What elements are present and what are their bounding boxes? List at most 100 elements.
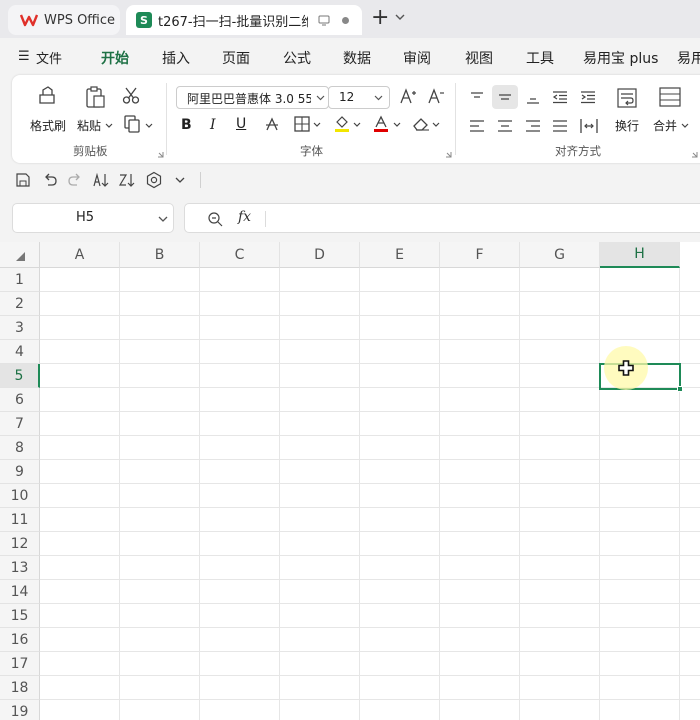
copy-icon[interactable] (123, 115, 143, 133)
name-box-chevron-icon[interactable] (158, 216, 168, 223)
row-header-6[interactable]: 6 (0, 388, 40, 412)
row-header-5[interactable]: 5 (0, 364, 40, 388)
font-color-icon[interactable] (373, 115, 389, 133)
font-name-select[interactable]: 阿里巴巴普惠体 3.0 55 (176, 86, 329, 109)
menu-formula[interactable]: 公式 (283, 48, 311, 68)
strikethrough-icon[interactable] (265, 117, 279, 131)
distributed-align-icon[interactable] (580, 117, 598, 135)
column-header-e[interactable]: E (360, 242, 440, 268)
merge-cells-label[interactable]: 合并 (653, 117, 677, 134)
column-header-a[interactable]: A (40, 242, 120, 268)
align-bottom-icon[interactable] (525, 93, 541, 105)
save-icon[interactable] (16, 173, 30, 187)
italic-icon[interactable]: I (210, 117, 216, 133)
font-color-dropdown-icon[interactable] (393, 122, 401, 128)
clipboard-launcher-icon[interactable] (157, 151, 164, 158)
row-header-10[interactable]: 10 (0, 484, 40, 508)
justify-icon[interactable] (552, 119, 568, 133)
menu-view[interactable]: 视图 (465, 48, 493, 68)
cut-icon[interactable] (122, 87, 140, 105)
menu-easytools[interactable]: 易用 (677, 48, 700, 68)
formula-input[interactable] (275, 210, 695, 228)
row-header-9[interactable]: 9 (0, 460, 40, 484)
tabs-dropdown-button[interactable] (395, 14, 405, 21)
format-painter-icon[interactable] (36, 85, 58, 107)
menu-data[interactable]: 数据 (343, 48, 371, 68)
row-header-16[interactable]: 16 (0, 628, 40, 652)
unsaved-dot-icon[interactable] (342, 16, 349, 24)
menu-page[interactable]: 页面 (222, 48, 250, 68)
undo-icon[interactable] (43, 173, 57, 187)
paste-icon[interactable] (84, 85, 106, 109)
row-header-4[interactable]: 4 (0, 340, 40, 364)
column-header-d[interactable]: D (280, 242, 360, 268)
column-header-c[interactable]: C (200, 242, 280, 268)
menu-home[interactable]: 开始 (101, 48, 129, 68)
row-header-12[interactable]: 12 (0, 532, 40, 556)
align-middle-button[interactable] (492, 85, 518, 109)
clear-format-dropdown-icon[interactable] (432, 122, 440, 128)
row-header-17[interactable]: 17 (0, 652, 40, 676)
column-header-g[interactable]: G (520, 242, 600, 268)
sort-ascending-icon[interactable] (92, 171, 110, 189)
row-header-1[interactable]: 1 (0, 268, 40, 292)
insert-function-icon[interactable]: fx (238, 209, 251, 225)
merge-cells-icon[interactable] (659, 87, 681, 107)
increase-indent-icon[interactable] (580, 90, 596, 104)
menu-file[interactable]: 文件 (36, 48, 62, 67)
format-painter-label[interactable]: 格式刷 (30, 117, 66, 134)
align-center-icon[interactable] (497, 119, 513, 133)
wrap-text-icon[interactable] (616, 87, 638, 109)
bold-icon[interactable]: B (181, 117, 192, 133)
alignment-launcher-icon[interactable] (691, 151, 698, 158)
paste-label[interactable]: 粘贴 (77, 117, 101, 134)
redo-icon[interactable] (68, 173, 82, 187)
align-left-icon[interactable] (469, 119, 485, 133)
paste-dropdown-icon[interactable] (105, 123, 113, 129)
name-box[interactable]: H5 (12, 203, 174, 233)
decrease-font-size-icon[interactable] (427, 87, 445, 105)
settings-hexagon-icon[interactable] (145, 171, 163, 189)
underline-icon[interactable]: U (236, 116, 246, 132)
border-dropdown-icon[interactable] (313, 122, 321, 128)
row-header-14[interactable]: 14 (0, 580, 40, 604)
row-header-8[interactable]: 8 (0, 436, 40, 460)
merge-dropdown-icon[interactable] (681, 123, 689, 129)
font-size-select[interactable]: 12 (328, 86, 390, 109)
clear-format-icon[interactable] (412, 116, 430, 132)
increase-font-size-icon[interactable] (399, 87, 417, 105)
fill-color-dropdown-icon[interactable] (353, 122, 361, 128)
menu-insert[interactable]: 插入 (162, 48, 190, 68)
menu-review[interactable]: 审阅 (403, 48, 431, 68)
row-header-3[interactable]: 3 (0, 316, 40, 340)
select-all-corner[interactable] (0, 242, 40, 268)
monitor-icon[interactable] (318, 15, 330, 26)
menu-easytools-plus[interactable]: 易用宝 plus (583, 48, 658, 68)
sort-descending-icon[interactable] (118, 171, 136, 189)
row-header-19[interactable]: 19 (0, 700, 40, 720)
zoom-formula-icon[interactable] (207, 211, 223, 227)
fill-color-icon[interactable] (334, 115, 350, 133)
font-launcher-icon[interactable] (445, 151, 452, 158)
align-top-icon[interactable] (469, 91, 485, 103)
copy-dropdown-icon[interactable] (145, 123, 153, 129)
row-header-15[interactable]: 15 (0, 604, 40, 628)
customize-toolbar-dropdown-icon[interactable] (175, 177, 185, 184)
row-header-7[interactable]: 7 (0, 412, 40, 436)
row-header-13[interactable]: 13 (0, 556, 40, 580)
tab-document[interactable]: S t267-扫一扫-批量识别二维码 (126, 5, 362, 35)
row-header-18[interactable]: 18 (0, 676, 40, 700)
new-tab-button[interactable]: + (371, 5, 389, 30)
align-right-icon[interactable] (525, 119, 541, 133)
hamburger-icon[interactable]: ☰ (18, 49, 30, 64)
column-header-h[interactable]: H (600, 242, 680, 268)
column-header-b[interactable]: B (120, 242, 200, 268)
wrap-text-label[interactable]: 换行 (615, 117, 639, 134)
tab-wps-office[interactable]: WPS Office (8, 5, 120, 35)
column-header-f[interactable]: F (440, 242, 520, 268)
row-header-2[interactable]: 2 (0, 292, 40, 316)
border-icon[interactable] (294, 116, 310, 132)
row-header-11[interactable]: 11 (0, 508, 40, 532)
decrease-indent-icon[interactable] (552, 90, 568, 104)
fill-handle[interactable] (677, 386, 683, 392)
